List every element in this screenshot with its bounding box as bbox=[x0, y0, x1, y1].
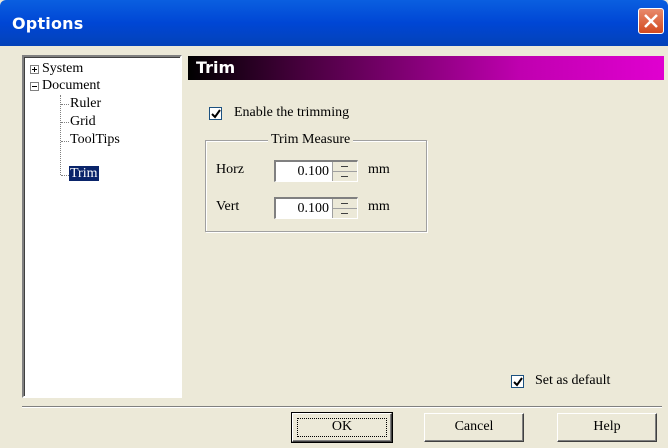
tree-connector bbox=[61, 104, 69, 105]
set-as-default-checkbox[interactable] bbox=[511, 375, 524, 388]
check-icon bbox=[211, 109, 221, 119]
options-tree[interactable]: System Document Ruler Grid ToolTips Trim bbox=[22, 55, 182, 398]
tree-item-label: ToolTips bbox=[70, 132, 120, 147]
vert-increment-button[interactable] bbox=[333, 199, 357, 209]
window-title: Options bbox=[12, 14, 84, 33]
tree-item-label: System bbox=[42, 61, 84, 76]
horz-spin-input[interactable]: 0.100 bbox=[274, 160, 358, 182]
tree-item-system[interactable]: System bbox=[42, 61, 83, 77]
vert-spinner[interactable] bbox=[332, 199, 357, 218]
tree-item-trim[interactable]: Trim bbox=[69, 166, 99, 182]
tree-item-label: Ruler bbox=[70, 96, 102, 111]
tree-item-grid[interactable]: Grid bbox=[70, 114, 96, 130]
divider bbox=[22, 406, 662, 408]
close-icon bbox=[644, 14, 658, 28]
enable-trimming-checkbox[interactable] bbox=[209, 107, 222, 120]
cancel-button[interactable]: Cancel bbox=[424, 413, 524, 442]
vert-spin-input[interactable]: 0.100 bbox=[274, 197, 358, 219]
ok-button[interactable]: OK bbox=[291, 412, 393, 443]
vert-unit: mm bbox=[368, 199, 390, 214]
close-button[interactable] bbox=[638, 8, 664, 34]
tree-connector bbox=[60, 95, 61, 175]
help-label: Help bbox=[593, 419, 621, 434]
set-as-default-label: Set as default bbox=[535, 373, 611, 388]
tree-connector bbox=[61, 122, 69, 123]
horz-spinner[interactable] bbox=[332, 162, 357, 181]
tree-item-label: Document bbox=[42, 78, 101, 93]
check-icon bbox=[513, 377, 523, 387]
tree-item-ruler[interactable]: Ruler bbox=[70, 96, 101, 112]
collapse-document-icon[interactable] bbox=[30, 82, 39, 91]
horz-decrement-button[interactable] bbox=[333, 172, 357, 181]
ok-label: OK bbox=[331, 419, 353, 434]
help-button[interactable]: Help bbox=[557, 413, 657, 442]
panel-header: Trim bbox=[188, 56, 664, 80]
tree-item-label: Trim bbox=[69, 166, 99, 181]
tree-item-label: Grid bbox=[70, 114, 96, 129]
vert-decrement-button[interactable] bbox=[333, 209, 357, 218]
horz-value: 0.100 bbox=[297, 164, 330, 179]
tree-connector bbox=[61, 141, 69, 142]
tree-connector bbox=[61, 175, 69, 176]
expand-system-icon[interactable] bbox=[30, 65, 39, 74]
enable-trimming-label: Enable the trimming bbox=[234, 105, 350, 120]
vert-label: Vert bbox=[216, 199, 240, 214]
trim-measure-title: Trim Measure bbox=[268, 132, 354, 148]
vert-value: 0.100 bbox=[297, 201, 330, 216]
horz-unit: mm bbox=[368, 162, 390, 177]
tree-item-tooltips[interactable]: ToolTips bbox=[70, 132, 120, 148]
cancel-label: Cancel bbox=[454, 419, 494, 434]
horz-label: Horz bbox=[216, 162, 244, 177]
tree-item-document[interactable]: Document bbox=[42, 78, 100, 94]
trim-measure-group: Trim Measure Horz 0.100 mm Vert 0.100 mm bbox=[205, 132, 427, 232]
title-bar[interactable]: Options bbox=[0, 0, 668, 46]
horz-increment-button[interactable] bbox=[333, 162, 357, 172]
panel-title: Trim bbox=[196, 58, 236, 77]
